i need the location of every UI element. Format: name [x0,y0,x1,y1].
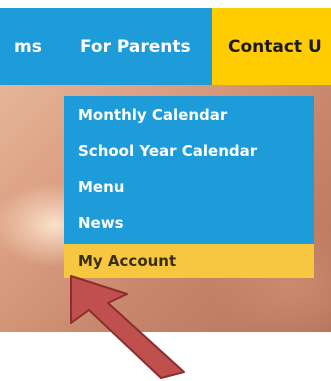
menu-item-my-account[interactable]: My Account [64,244,314,278]
menu-item-menu[interactable]: Menu [64,170,314,204]
nav-item-for-parents[interactable]: For Parents [80,8,191,85]
menu-item-monthly-calendar[interactable]: Monthly Calendar [64,98,314,132]
menu-item-news[interactable]: News [64,206,314,240]
for-parents-dropdown-menu: Monthly Calendar School Year Calendar Me… [64,96,314,278]
nav-item-contact-us[interactable]: Contact U [212,8,331,85]
screenshot-stage: ms For Parents Contact U Monthly Calenda… [0,0,331,381]
main-navigation: ms For Parents Contact U [0,8,331,85]
page-background [0,332,331,381]
menu-item-school-year-calendar[interactable]: School Year Calendar [64,134,314,168]
nav-item-programs[interactable]: ms [14,8,42,85]
